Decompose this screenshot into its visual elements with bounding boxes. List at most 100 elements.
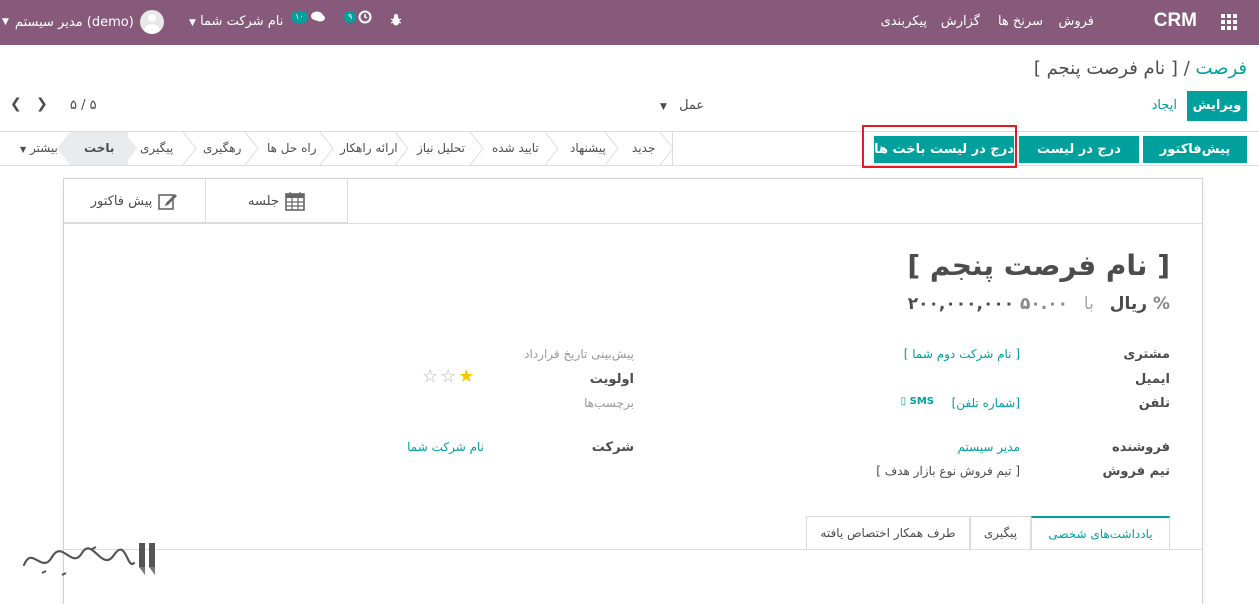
pager-value[interactable]: ۵ / ۵ — [70, 98, 97, 113]
breadcrumb-current: [ نام فرصت پنجم ] — [1033, 58, 1178, 79]
pager-next-icon[interactable]: ❯ — [36, 96, 48, 112]
quotations-label: پیش فاکتور — [90, 193, 153, 209]
tab-followup[interactable]: پیگیری — [970, 516, 1031, 550]
company-field[interactable]: نام شرکت شما — [407, 440, 484, 454]
messaging-menu[interactable]: ۱۰ — [291, 10, 326, 24]
stage-separator-icon — [395, 132, 409, 165]
customer-field[interactable]: [ نام شرکت دوم شما ] — [904, 347, 1020, 361]
user-menu[interactable]: ▼ مدیر سیستم (demo) — [2, 10, 164, 34]
tags-field[interactable]: برچسب‌ها — [584, 396, 634, 410]
top-navbar: CRM فروش سرنخ ها گزارش پیکربندی ▼ مدیر س… — [0, 0, 1259, 45]
edit-button[interactable]: ویرایش — [1187, 91, 1247, 121]
probability-value[interactable]: ۵۰.۰۰ % — [1020, 294, 1170, 314]
stage-separator-icon — [245, 132, 259, 165]
bug-icon — [390, 14, 402, 26]
menu-configuration[interactable]: پیکربندی — [881, 14, 927, 29]
quotations-smart-button[interactable]: پیش فاکتور — [64, 179, 206, 223]
stage-new[interactable]: جدید — [632, 132, 655, 165]
company-label: شرکت — [591, 440, 634, 455]
priority-label: اولویت — [589, 372, 634, 387]
salesperson-field[interactable]: مدیر سیستم — [958, 440, 1021, 454]
breadcrumb: [ نام فرصت پنجم ] / فرصت — [1034, 58, 1247, 79]
calendar-icon — [285, 192, 305, 211]
stage-solutions[interactable]: راه حل ها — [267, 132, 317, 165]
chevron-down-icon: ▼ — [2, 17, 9, 27]
chevron-down-icon: ▼ — [660, 102, 667, 112]
menu-reporting[interactable]: گزارش — [941, 14, 980, 29]
highlight-annotation — [862, 125, 1017, 168]
debug-menu[interactable] — [390, 13, 402, 27]
chevron-down-icon: ▼ — [189, 18, 196, 28]
stage-separator-icon — [545, 132, 559, 165]
mark-won-button[interactable]: درج در لیست بردها — [1019, 136, 1139, 184]
menu-leads[interactable]: سرنخ ها — [998, 14, 1043, 29]
stage-separator-icon — [660, 132, 674, 165]
pager-previous-icon[interactable]: ❮ — [10, 96, 22, 112]
star-empty-icon[interactable]: ☆ — [440, 366, 458, 387]
star-filled-icon[interactable]: ★ — [458, 366, 476, 387]
sales-team-field[interactable]: [ تیم فروش نوع بازار هدف ] — [876, 464, 1020, 478]
chat-icon — [310, 11, 325, 22]
stage-proposition[interactable]: پیشنهاد — [570, 132, 606, 165]
expected-closing-field[interactable]: پیش‌بینی تاریخ قرارداد — [524, 347, 634, 361]
messages-count-badge: ۱۰ — [291, 11, 308, 23]
stage-qualified[interactable]: تایید شده — [492, 132, 539, 165]
revenue-with-label: با — [1083, 294, 1094, 314]
activity-menu[interactable]: ۹ — [344, 10, 372, 24]
stage-separator-icon — [57, 132, 70, 165]
email-label: ایمیل — [1135, 372, 1170, 387]
customer-label: مشتری — [1123, 347, 1170, 362]
stage-separator-icon — [320, 132, 334, 165]
breadcrumb-separator: / — [1183, 58, 1190, 79]
stage-needs-analysis[interactable]: تحلیل نیاز — [417, 132, 465, 165]
priority-widget[interactable]: ☆☆★ — [422, 366, 476, 387]
notebook-tabs: طرف همکار اختصاص یافته پیگیری یادداشت‌ها… — [806, 516, 1170, 550]
menu-sales[interactable]: فروش — [1058, 14, 1094, 29]
action-dropdown[interactable]: ▼ عمل — [660, 98, 704, 113]
stage-separator-icon — [124, 132, 137, 165]
star-empty-icon[interactable]: ☆ — [422, 366, 440, 387]
new-quotation-button[interactable]: پیش‌فاکتور جدید — [1143, 136, 1247, 184]
tabs-baseline — [64, 549, 1202, 550]
action-label: عمل — [679, 98, 705, 113]
company-switcher[interactable]: ▼ نام شرکت شما — [183, 14, 283, 29]
form-sheet: پیش فاکتور جلسه [ نام فرصت پنجم ] ۲۰۰,۰۰… — [63, 178, 1203, 604]
avatar — [139, 10, 164, 34]
stage-followup[interactable]: پیگیری — [140, 132, 173, 165]
activities-count-badge: ۹ — [344, 11, 357, 23]
button-box: پیش فاکتور جلسه — [64, 179, 348, 223]
phone-field[interactable]: [شماره تلفن] — [952, 396, 1020, 410]
stage-separator-icon — [605, 132, 619, 165]
app-brand[interactable]: CRM — [1154, 10, 1197, 32]
company-name: نام شرکت شما — [200, 14, 284, 29]
watermark-logo — [22, 543, 155, 576]
stage-tracking[interactable]: رهگیری — [203, 132, 241, 165]
sms-link[interactable]: ▯ SMS — [901, 396, 934, 407]
salesperson-label: فروشنده — [1112, 440, 1170, 455]
tab-internal-notes[interactable]: یادداشت‌های شخصی — [1031, 516, 1170, 550]
sales-team-label: تیم فروش — [1102, 464, 1170, 479]
apps-menu-icon[interactable] — [1221, 14, 1237, 30]
sms-label: SMS — [909, 396, 934, 407]
edit-icon — [158, 194, 178, 210]
tab-assigned-partner[interactable]: طرف همکار اختصاص یافته — [806, 516, 970, 550]
opportunity-title[interactable]: [ نام فرصت پنجم ] — [907, 249, 1170, 282]
meetings-smart-button[interactable]: جلسه — [206, 179, 348, 223]
stage-separator-icon — [470, 132, 484, 165]
stage-separator-icon — [183, 132, 197, 165]
stages-more-dropdown[interactable]: ▼ بیشتر — [16, 141, 58, 155]
form-statusbar: پیش‌فاکتور جدید درج در لیست بردها درج در… — [0, 131, 1259, 184]
more-label: بیشتر — [29, 141, 58, 155]
chevron-down-icon: ▼ — [20, 145, 27, 154]
phone-label: تلفن — [1138, 396, 1170, 411]
revenue-line: ۲۰۰,۰۰۰,۰۰۰ ریال با ۵۰.۰۰ % — [908, 294, 1170, 314]
mobile-icon: ▯ — [900, 396, 907, 407]
meetings-label: جلسه — [248, 193, 279, 209]
breadcrumb-parent-link[interactable]: فرصت — [1196, 58, 1248, 79]
create-button[interactable]: ایجاد — [1152, 98, 1177, 113]
button-box-divider — [64, 223, 1202, 224]
user-name: مدیر سیستم (demo) — [14, 14, 134, 30]
stage-lost-active[interactable]: باخت — [70, 132, 129, 165]
clock-icon — [358, 10, 372, 24]
stage-solution-presentation[interactable]: ارائه راهکار — [340, 132, 398, 165]
